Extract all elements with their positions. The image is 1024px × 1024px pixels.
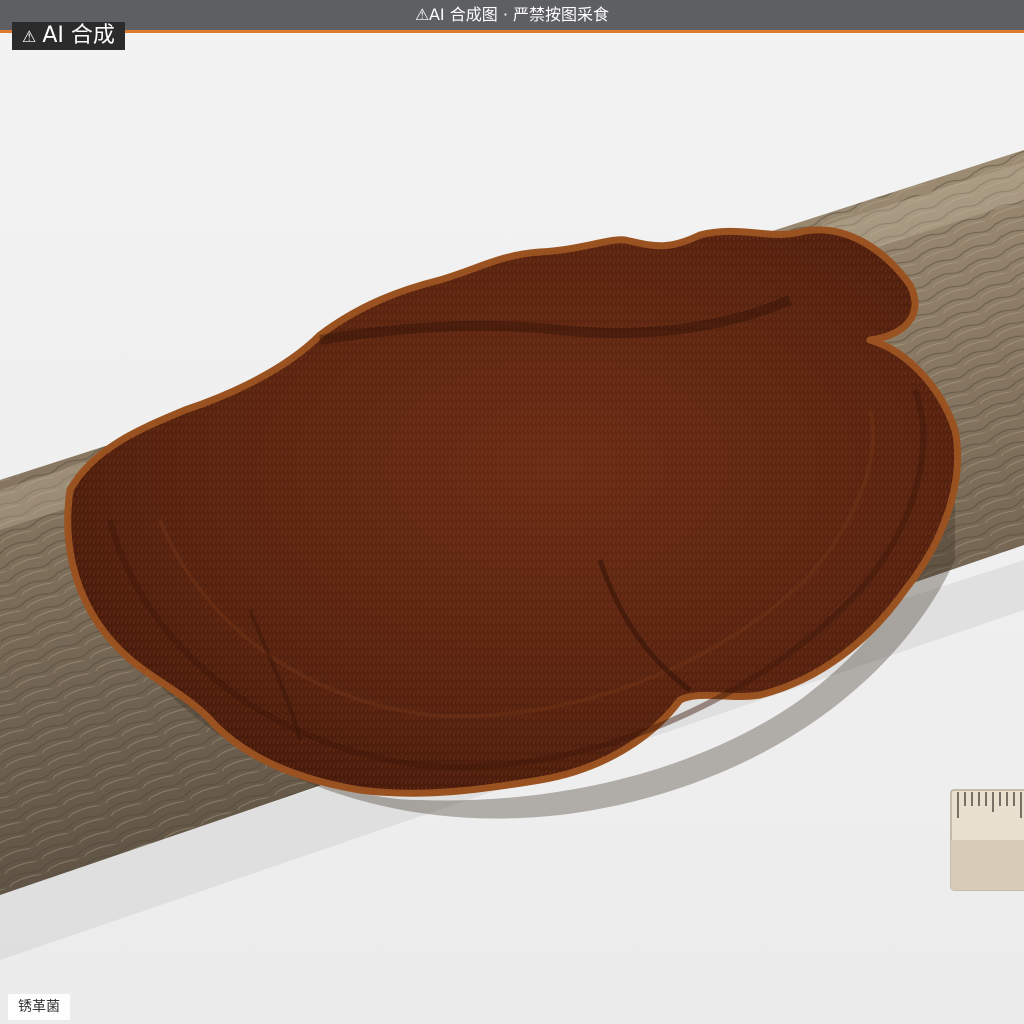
banner-text: AI 合成图 · 严禁按图采食 [428,5,609,24]
warning-icon: ⚠ [414,5,430,24]
photo-scene [0,0,1024,1024]
measuring-ruler [950,789,1024,891]
ai-tag-text: AI 合成 [42,23,115,48]
ai-warning-banner: ⚠AI 合成图 · 严禁按图采食 [0,0,1024,33]
warning-icon: ⚠ [22,27,37,46]
species-name-label: 锈革菌 [8,994,70,1020]
ai-generated-tag: ⚠ AI 合成 [12,22,125,50]
